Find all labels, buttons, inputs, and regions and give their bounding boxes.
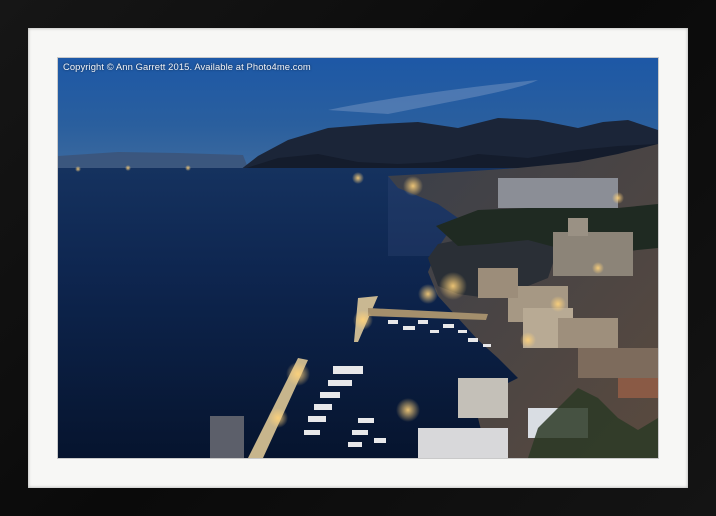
framed-photo: Copyright © Ann Garrett 2015. Available … xyxy=(58,58,658,458)
distant-coastline xyxy=(58,152,248,170)
copyright-watermark: Copyright © Ann Garrett 2015. Available … xyxy=(63,61,311,72)
pier-building xyxy=(210,416,244,458)
night-coast-scene xyxy=(58,58,658,458)
